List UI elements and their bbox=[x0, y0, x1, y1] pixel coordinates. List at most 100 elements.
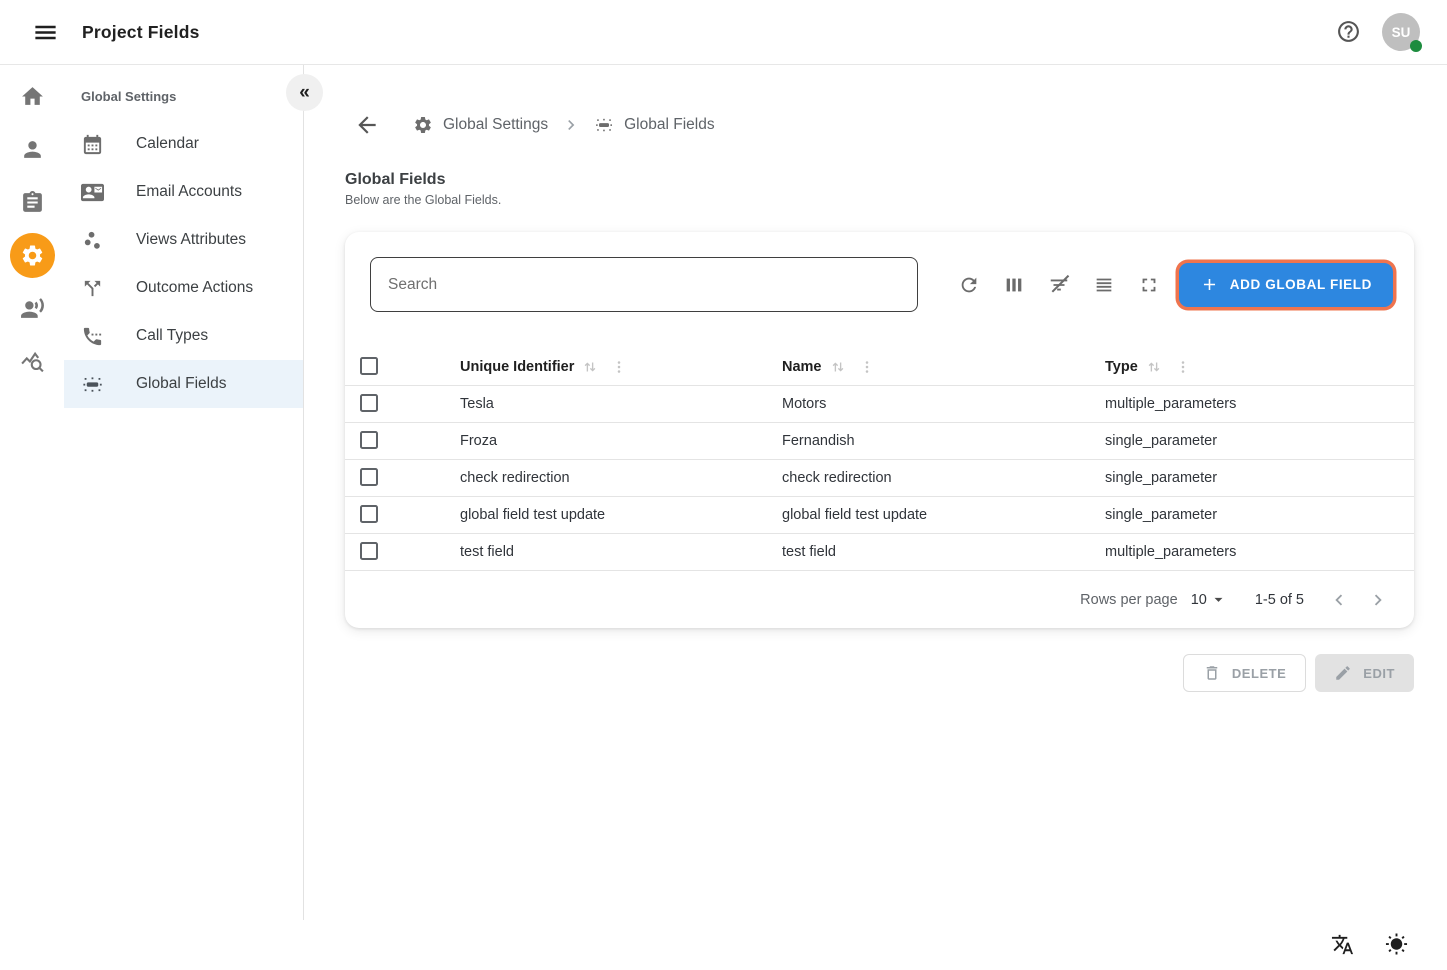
edit-button-label: EDIT bbox=[1363, 665, 1395, 681]
page-title: Project Fields bbox=[82, 21, 200, 42]
column-menu-icon[interactable] bbox=[858, 358, 876, 376]
add-global-field-button[interactable]: ADD GLOBAL FIELD bbox=[1178, 262, 1393, 307]
avatar[interactable]: SU bbox=[1382, 13, 1422, 52]
cell-unique-identifier: global field test update bbox=[460, 507, 606, 523]
cell-type: single_parameter bbox=[1105, 507, 1218, 523]
column-header-name: Name bbox=[782, 358, 822, 375]
table-row[interactable]: Froza Fernandish single_parameter bbox=[345, 423, 1414, 460]
breadcrumb-current-label: Global Fields bbox=[624, 116, 715, 133]
gear-icon bbox=[415, 117, 431, 133]
rail-item-coaching[interactable] bbox=[0, 282, 64, 335]
help-icon[interactable] bbox=[1335, 19, 1361, 45]
cell-type: multiple_parameters bbox=[1105, 396, 1237, 412]
cell-unique-identifier: check redirection bbox=[460, 470, 570, 486]
sidebar-item-label: Views Attributes bbox=[136, 231, 246, 248]
column-menu-icon[interactable] bbox=[1174, 358, 1192, 376]
row-checkbox[interactable] bbox=[360, 468, 378, 486]
column-menu-icon[interactable] bbox=[610, 358, 628, 376]
column-header-type: Type bbox=[1105, 358, 1138, 375]
icon-rail bbox=[0, 65, 64, 970]
calendar-icon bbox=[83, 134, 102, 154]
cell-unique-identifier: test field bbox=[460, 544, 514, 560]
filter-off-icon[interactable] bbox=[1046, 272, 1072, 298]
pagination-nav bbox=[1326, 587, 1391, 613]
row-checkbox[interactable] bbox=[360, 394, 378, 412]
cell-type: multiple_parameters bbox=[1105, 544, 1237, 560]
collapse-sidebar-icon[interactable]: « bbox=[286, 74, 323, 111]
gear-icon bbox=[22, 245, 42, 266]
query-stats-icon bbox=[20, 351, 44, 373]
home-icon bbox=[21, 87, 43, 105]
table-header-row: Unique Identifier Name Type bbox=[345, 348, 1414, 386]
plus-icon bbox=[1203, 278, 1215, 291]
next-page-icon[interactable] bbox=[1365, 587, 1391, 613]
breadcrumb-global-fields[interactable]: Global Fields bbox=[594, 115, 715, 135]
caret-down-icon bbox=[1214, 597, 1223, 602]
sidebar-item-outcome-actions[interactable]: Outcome Actions bbox=[64, 264, 303, 312]
hamburger-menu-icon[interactable] bbox=[31, 18, 59, 46]
sidebar-item-calendar[interactable]: Calendar bbox=[64, 120, 303, 168]
translate-icon[interactable] bbox=[1329, 931, 1355, 957]
pencil-icon bbox=[1336, 666, 1351, 680]
previous-page-icon[interactable] bbox=[1326, 587, 1352, 613]
rail-item-settings[interactable] bbox=[0, 229, 64, 282]
body-layout: Global Settings Calendar Email Accounts … bbox=[0, 65, 1447, 970]
back-arrow-icon[interactable] bbox=[354, 112, 380, 138]
blur-linear-icon bbox=[83, 376, 102, 392]
sort-icon[interactable] bbox=[1145, 358, 1163, 376]
person-icon bbox=[23, 141, 41, 158]
row-checkbox[interactable] bbox=[360, 431, 378, 449]
density-icon[interactable] bbox=[1091, 272, 1117, 298]
fullscreen-icon[interactable] bbox=[1136, 272, 1162, 298]
chevron-right-icon bbox=[568, 120, 575, 130]
table-row[interactable]: Tesla Motors multiple_parameters bbox=[345, 386, 1414, 423]
scatter-plot-icon bbox=[84, 231, 100, 249]
cell-name: global field test update bbox=[782, 507, 928, 523]
search-input[interactable] bbox=[370, 257, 918, 312]
main-content: Global Settings Global Fields Global Fie… bbox=[304, 65, 1447, 970]
toolbar-icon-group bbox=[956, 272, 1162, 298]
avatar-initials: SU bbox=[1391, 24, 1411, 40]
columns-icon[interactable] bbox=[1001, 272, 1027, 298]
rail-item-home[interactable] bbox=[0, 70, 64, 123]
table-row[interactable]: check redirection check redirection sing… bbox=[345, 460, 1414, 497]
sidebar-item-email-accounts[interactable]: Email Accounts bbox=[64, 168, 303, 216]
sort-icon[interactable] bbox=[829, 358, 847, 376]
rail-item-analytics[interactable] bbox=[0, 335, 64, 388]
row-checkbox[interactable] bbox=[360, 542, 378, 560]
delete-button[interactable]: DELETE bbox=[1182, 654, 1307, 692]
global-fields-card: ADD GLOBAL FIELD Unique Identifier Name bbox=[345, 232, 1414, 628]
select-all-checkbox[interactable] bbox=[360, 356, 378, 375]
sidebar-item-global-fields[interactable]: Global Fields bbox=[64, 360, 303, 408]
rows-per-page-label: Rows per page bbox=[1080, 591, 1178, 608]
rail-item-contacts[interactable] bbox=[0, 123, 64, 176]
table-row[interactable]: test field test field multiple_parameter… bbox=[345, 534, 1414, 571]
sidebar-item-label: Calendar bbox=[136, 135, 199, 152]
rows-per-page-select[interactable]: 10 bbox=[1191, 590, 1228, 609]
table-row[interactable]: global field test update global field te… bbox=[345, 497, 1414, 534]
breadcrumb-parent-label: Global Settings bbox=[443, 116, 549, 133]
cell-unique-identifier: Tesla bbox=[460, 396, 494, 412]
table-pagination: Rows per page 10 1-5 of 5 bbox=[345, 571, 1414, 628]
sidebar-item-call-types[interactable]: Call Types bbox=[64, 312, 303, 360]
breadcrumb: Global Settings Global Fields bbox=[345, 109, 1447, 141]
breadcrumb-global-settings[interactable]: Global Settings bbox=[413, 115, 548, 135]
edit-button[interactable]: EDIT bbox=[1315, 654, 1414, 692]
sort-icon[interactable] bbox=[581, 358, 599, 376]
cell-name: check redirection bbox=[782, 470, 892, 486]
page-header: Global Fields Below are the Global Field… bbox=[345, 171, 1447, 207]
refresh-icon[interactable] bbox=[956, 272, 982, 298]
cell-name: Motors bbox=[782, 396, 827, 412]
row-checkbox[interactable] bbox=[360, 505, 378, 523]
section-subtitle: Below are the Global Fields. bbox=[345, 193, 502, 207]
brightness-icon[interactable] bbox=[1383, 931, 1409, 957]
table-toolbar: ADD GLOBAL FIELD bbox=[345, 257, 1414, 312]
rail-item-tasks[interactable] bbox=[0, 176, 64, 229]
cell-type: single_parameter bbox=[1105, 433, 1218, 449]
rows-per-page-value: 10 bbox=[1190, 591, 1207, 608]
sidebar-item-views-attributes[interactable]: Views Attributes bbox=[64, 216, 303, 264]
record-voice-icon bbox=[20, 298, 44, 318]
cell-name: test field bbox=[782, 544, 836, 560]
sidebar-item-label: Outcome Actions bbox=[136, 279, 254, 296]
blur-linear-icon bbox=[596, 118, 613, 132]
